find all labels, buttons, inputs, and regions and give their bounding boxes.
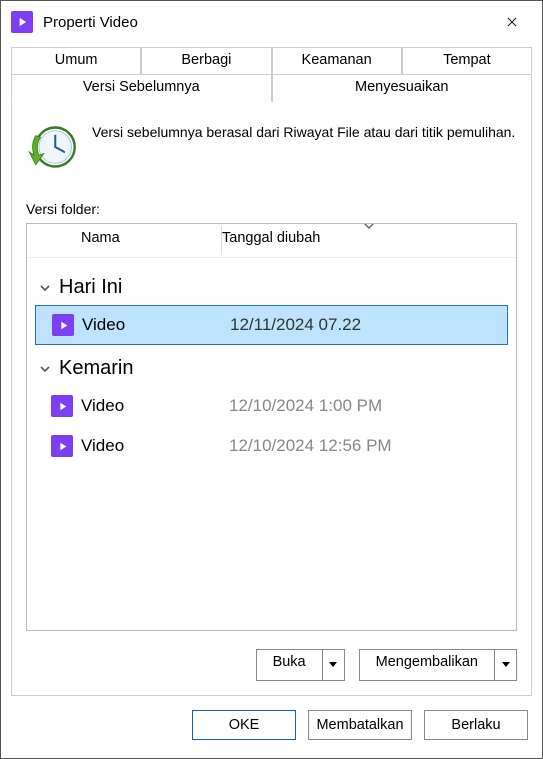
version-item[interactable]: Video 12/10/2024 12:56 PM [35,426,508,466]
window-title: Properti Video [43,14,492,31]
video-folder-icon [51,435,73,457]
item-name: Video [82,315,222,335]
group-label: Kemarin [59,357,133,380]
restore-button[interactable]: Mengembalikan [359,649,517,681]
tab-strip: Umum Berbagi Keamanan Tempat Versi Sebel… [1,43,542,102]
open-dropdown-arrow[interactable] [322,650,344,680]
properties-dialog: Properti Video Umum Berbagi Keamanan Tem… [0,0,543,759]
open-button-label: Buka [257,650,322,680]
column-name-label: Nama [81,230,120,246]
column-name[interactable]: Nama [27,224,222,257]
video-folder-icon [52,314,74,336]
group-label: Hari Ini [59,276,122,299]
close-button[interactable] [492,7,532,37]
tab-panel-previous-versions: Versi sebelumnya berasal dari Riwayat Fi… [11,101,532,696]
tab-tempat[interactable]: Tempat [402,47,532,75]
video-folder-icon [11,11,33,33]
item-date: 12/10/2024 1:00 PM [229,396,508,416]
tab-berbagi[interactable]: Berbagi [141,47,271,75]
tab-keamanan[interactable]: Keamanan [272,47,402,75]
item-name: Video [81,436,221,456]
version-item[interactable]: Video 12/10/2024 1:00 PM [35,386,508,426]
close-icon [505,15,519,29]
item-name: Video [81,396,221,416]
title-bar: Properti Video [1,1,542,43]
restore-button-label: Mengembalikan [360,650,494,680]
item-date: 12/11/2024 07.22 [230,315,507,335]
list-header: Nama Tanggal diubah [27,224,516,258]
restore-clock-icon [26,121,78,173]
action-buttons-row: Buka Mengembalikan [26,649,517,681]
item-date: 12/10/2024 12:56 PM [229,436,508,456]
chevron-down-icon [39,363,51,375]
tab-umum[interactable]: Umum [11,47,141,75]
description-text: Versi sebelumnya berasal dari Riwayat Fi… [92,121,515,173]
group-header[interactable]: Hari Ini [35,268,508,305]
tab-menyesuaikan[interactable]: Menyesuaikan [272,75,533,102]
apply-button[interactable]: Berlaku [424,710,528,740]
versions-list[interactable]: Nama Tanggal diubah Hari Ini Video 12/11/2… [26,223,517,631]
folder-versions-label: Versi folder: [26,201,517,217]
dialog-footer: OKE Membatalkan Berlaku [1,696,542,758]
column-date-label: Tanggal diubah [222,230,320,246]
description-row: Versi sebelumnya berasal dari Riwayat Fi… [26,121,517,173]
open-button[interactable]: Buka [256,649,345,681]
group-header[interactable]: Kemarin [35,349,508,386]
ok-button[interactable]: OKE [192,710,296,740]
version-group: Hari Ini Video 12/11/2024 07.22 [35,268,508,345]
version-item[interactable]: Video 12/11/2024 07.22 [35,305,508,345]
restore-dropdown-arrow[interactable] [494,650,516,680]
sort-chevron-icon [363,223,375,230]
chevron-down-icon [39,282,51,294]
video-folder-icon [51,395,73,417]
tab-versi-sebelumnya[interactable]: Versi Sebelumnya [11,75,272,102]
chevron-down-icon [329,662,337,668]
chevron-down-icon [502,662,510,668]
version-group: Kemarin Video 12/10/2024 1:00 PM Video 12/10… [35,349,508,466]
list-body: Hari Ini Video 12/11/2024 07.22 Kemarin Vide… [27,258,516,472]
column-date[interactable]: Tanggal diubah [222,224,516,257]
cancel-button[interactable]: Membatalkan [308,710,412,740]
